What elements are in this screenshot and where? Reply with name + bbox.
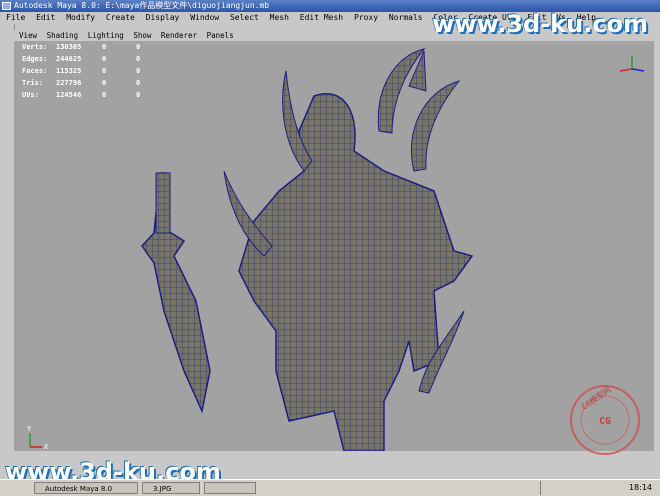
maya-app-icon: [2, 2, 11, 10]
cg-stamp-logo: CG CG模型网: [570, 384, 640, 455]
menu-display[interactable]: Display: [146, 12, 180, 24]
windows-taskbar: Autodesk Maya 8.0 3.JPG 18:14: [0, 479, 660, 496]
sword-model[interactable]: [141, 172, 211, 414]
menu-normals[interactable]: Normals: [389, 12, 423, 24]
axis-x-label: X: [44, 443, 49, 451]
svg-text:CG: CG: [599, 416, 611, 427]
model-canvas: Y X: [27, 48, 645, 451]
view-axis-gizmo[interactable]: [619, 56, 645, 72]
perspective-viewport[interactable]: Verts: 130305 0 0 Edges: 244625 0 0 Faces: 1153…: [14, 41, 654, 451]
panel-menu-renderer[interactable]: Renderer: [161, 30, 197, 41]
panel-menu-panels[interactable]: Panels: [207, 30, 234, 41]
svg-text:CG模型网: CG模型网: [579, 384, 612, 411]
taskbar-item-blank[interactable]: [204, 482, 256, 494]
panel-menu-shading[interactable]: Shading: [47, 30, 79, 41]
menu-select[interactable]: Select: [230, 12, 259, 24]
panel-menu-lighting[interactable]: Lighting: [88, 30, 124, 41]
world-axis-indicator: Y X: [27, 425, 49, 451]
window-title: Autodesk Maya 8.0: E:\maya作品模型文件\diguoji…: [14, 1, 270, 10]
panel-menu-view[interactable]: View: [19, 30, 37, 41]
clock: 18:14: [628, 483, 652, 492]
menu-proxy[interactable]: Proxy: [354, 12, 378, 24]
right-edge: [654, 24, 660, 451]
watermark-top: www.3d-ku.com: [432, 10, 648, 38]
menu-window[interactable]: Window: [190, 12, 219, 24]
menu-edit-mesh[interactable]: Edit Mesh: [300, 12, 343, 24]
left-toolbox: [0, 24, 15, 451]
menu-modify[interactable]: Modify: [66, 12, 95, 24]
system-tray: 18:14: [540, 481, 660, 495]
taskbar-item-image[interactable]: 3.JPG: [142, 482, 200, 494]
menu-create[interactable]: Create: [106, 12, 135, 24]
menu-edit[interactable]: Edit: [36, 12, 55, 24]
panel-menu-show[interactable]: Show: [133, 30, 151, 41]
menu-mesh[interactable]: Mesh: [270, 12, 289, 24]
taskbar-item-maya[interactable]: Autodesk Maya 8.0: [34, 482, 138, 494]
warrior-model[interactable]: [223, 48, 474, 451]
menu-file[interactable]: File: [6, 12, 25, 24]
axis-y-label: Y: [27, 425, 32, 433]
